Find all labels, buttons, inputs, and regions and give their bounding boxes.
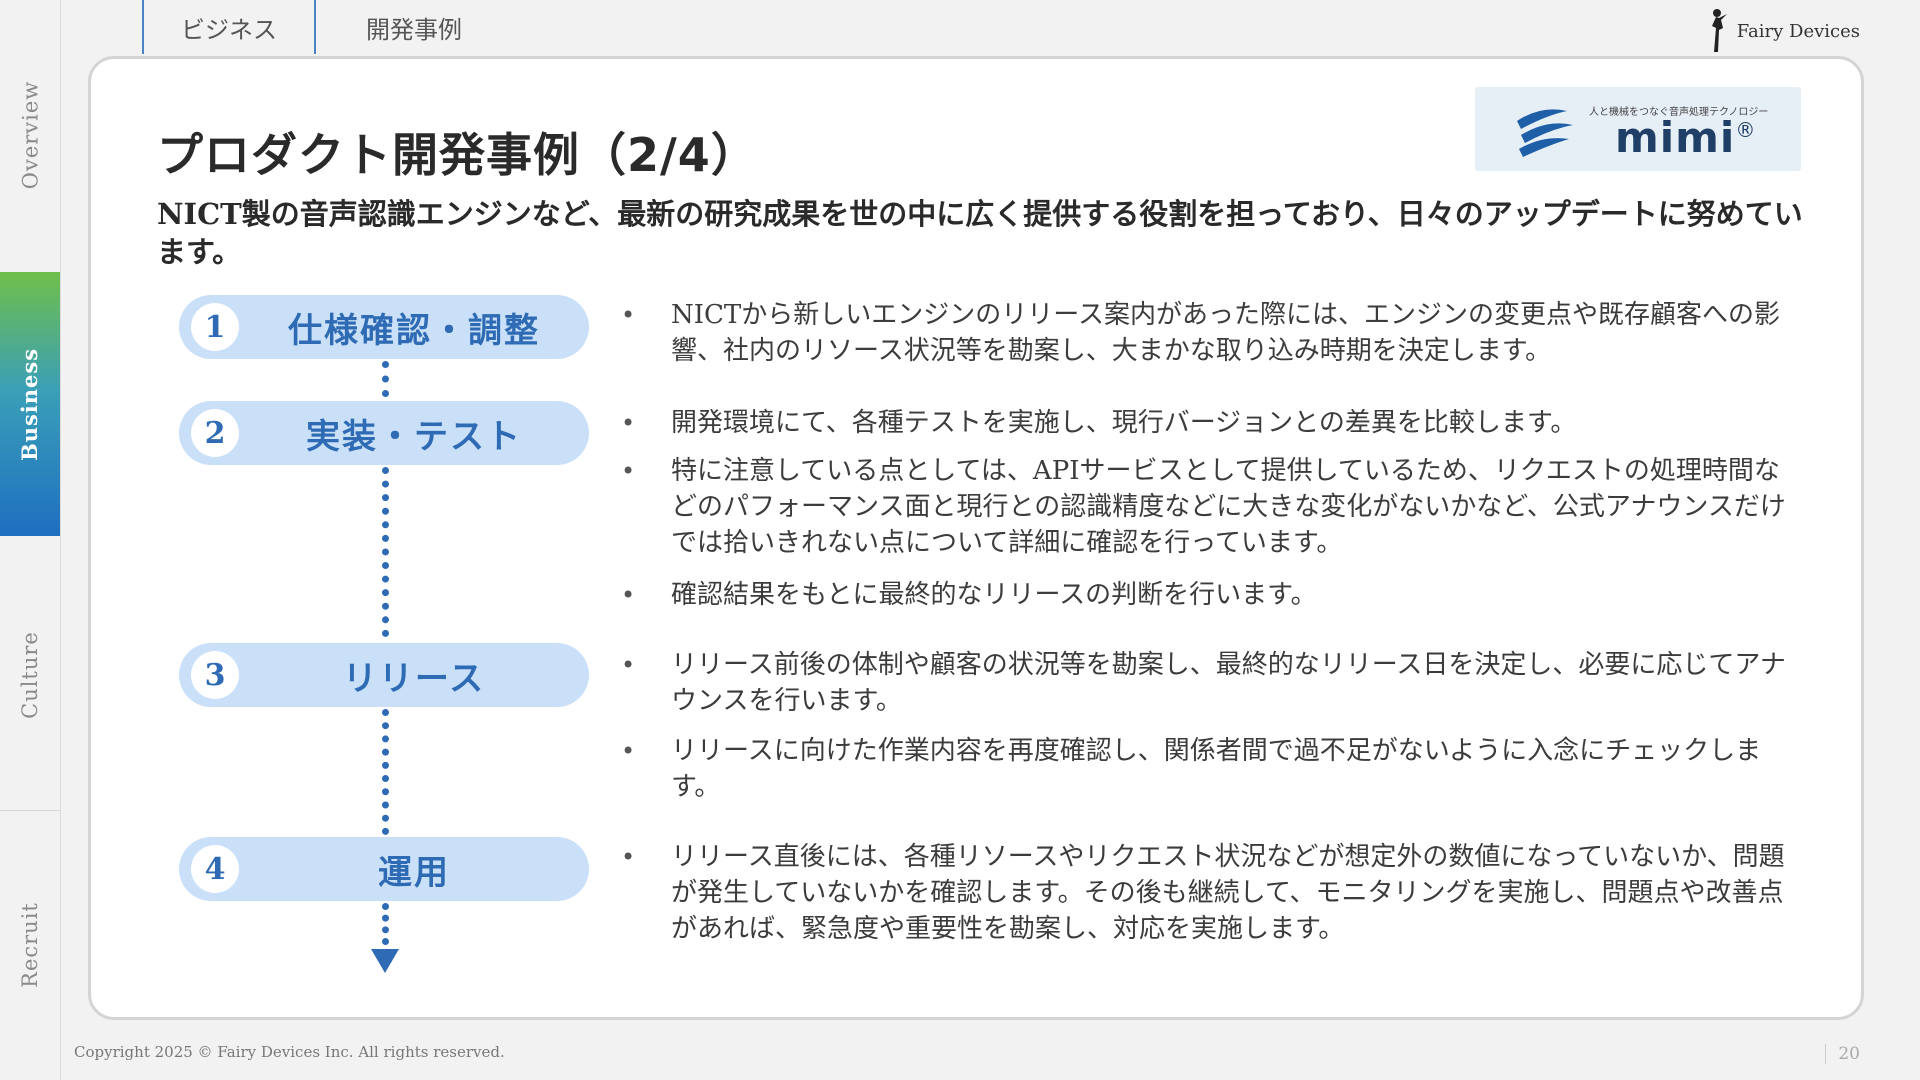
mimi-logo: 人と機械をつなぐ音声処理テクノロジー mimi® (1475, 87, 1801, 171)
nav-item-culture[interactable]: Culture (0, 560, 60, 790)
fairy-icon (1711, 9, 1727, 52)
step-label: 実装・テスト (306, 416, 522, 457)
nav-item-label: Business (17, 347, 43, 461)
step-number: 3 (191, 651, 239, 699)
connector-dots (382, 709, 389, 835)
content-card: プロダクト開発事例（2/4） 人と機械をつなぐ音声処理テクノロジー mimi® … (88, 56, 1864, 1020)
nav-item-business[interactable]: Business (0, 272, 60, 536)
step-label: リリース (342, 658, 486, 699)
nav-divider (0, 810, 60, 811)
bullet-item: 開発環境にて、各種テストを実施し、現行バージョンとの差異を比較します。 (621, 405, 1791, 441)
connector-dots (382, 903, 389, 945)
bullet-item: 特に注意している点としては、APIサービスとして提供しているため、リクエストの処… (621, 453, 1791, 561)
step-number: 1 (191, 303, 239, 351)
connector-dots (382, 467, 389, 637)
bullet-item: リリース直後には、各種リソースやリクエスト状況などが想定外の数値になっていないか… (621, 839, 1791, 947)
tab-business[interactable]: ビジネス (142, 0, 314, 54)
mimi-logo-mark (1517, 109, 1573, 157)
step-number: 4 (191, 845, 239, 893)
page-number: 20 (1825, 1044, 1860, 1064)
step-label: 仕様確認・調整 (288, 310, 540, 351)
lead-text: NICT製の音声認識エンジンなど、最新の研究成果を世の中に広く提供する役割を担っ… (157, 197, 1803, 269)
step-number: 2 (191, 409, 239, 457)
page-title: プロダクト開発事例（2/4） (157, 128, 758, 182)
nav-item-recruit[interactable]: Recruit (0, 830, 60, 1060)
nav-item-overview[interactable]: Overview (0, 40, 60, 230)
breadcrumb-tabs: ビジネス 開発事例 (142, 0, 512, 54)
nav-item-label: Recruit (18, 902, 43, 988)
connector-dots (382, 361, 389, 397)
arrow-down-icon (371, 949, 399, 973)
step-1: 1 仕様確認・調整 (179, 295, 589, 359)
logo-word: mimi (1615, 113, 1736, 162)
nav-item-label: Culture (18, 631, 42, 719)
step-2: 2 実装・テスト (179, 401, 589, 465)
brand: Fairy Devices (1705, 8, 1860, 54)
bullet-item: NICTから新しいエンジンのリリース案内があった際には、エンジンの変更点や既存顧… (621, 297, 1791, 369)
side-navigation: Overview Business Culture Recruit (0, 0, 61, 1080)
logo-wordmark: mimi® (1615, 113, 1756, 162)
step-label: 運用 (378, 852, 450, 893)
nav-item-label: Overview (18, 80, 42, 190)
step-4: 4 運用 (179, 837, 589, 901)
bullet-item: リリースに向けた作業内容を再度確認し、関係者間で過不足がないように入念にチェック… (621, 733, 1791, 805)
tab-case-study[interactable]: 開発事例 (314, 0, 512, 54)
brand-name: Fairy Devices (1736, 20, 1860, 42)
logo-registered: ® (1735, 118, 1757, 142)
copyright: Copyright 2025 © Fairy Devices Inc. All … (74, 1043, 505, 1061)
bullet-item: 確認結果をもとに最終的なリリースの判断を行います。 (621, 577, 1791, 613)
step-3: 3 リリース (179, 643, 589, 707)
bullet-item: リリース前後の体制や顧客の状況等を勘案し、最終的なリリース日を決定し、必要に応じ… (621, 647, 1791, 719)
